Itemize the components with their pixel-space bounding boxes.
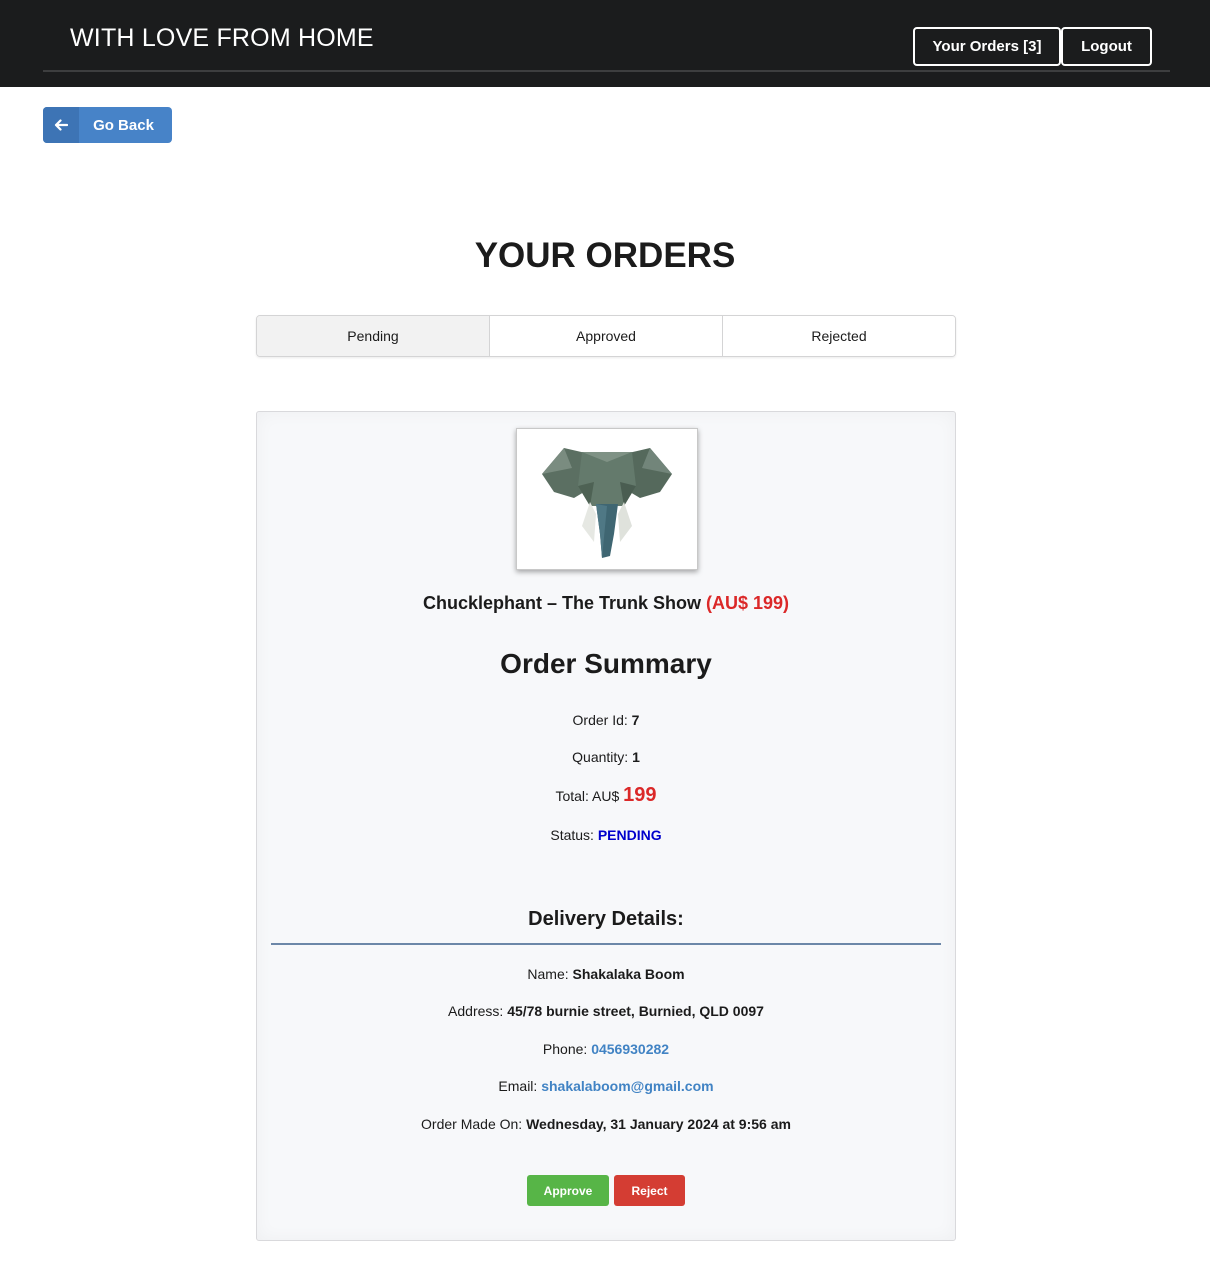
delivery-details-title: Delivery Details: <box>528 908 684 930</box>
phone-link[interactable]: 0456930282 <box>591 1041 669 1057</box>
address-row: Address: 45/78 burnie street, Burnied, Q… <box>257 1003 955 1019</box>
product-title: Chucklephant – The Trunk Show (AU$ 199) <box>257 593 955 614</box>
product-price: (AU$ 199) <box>706 593 790 613</box>
navbar-inner: WITH LOVE FROM HOME Your Orders [3] Logo… <box>43 0 1170 72</box>
phone-label: Phone: <box>542 1041 588 1057</box>
email-row: Email: shakalaboom@gmail.com <box>257 1078 955 1094</box>
order-summary-title: Order Summary <box>500 648 712 679</box>
brand-title[interactable]: WITH LOVE FROM HOME <box>70 24 374 53</box>
page-title: YOUR ORDERS <box>474 236 736 275</box>
quantity-value: 1 <box>632 749 640 765</box>
total-label: Total: AU$ <box>555 788 620 804</box>
order-id-value: 7 <box>631 712 640 728</box>
address-value: 45/78 burnie street, Burnied, QLD 0097 <box>507 1003 764 1019</box>
order-id-row: Order Id: 7 <box>257 712 955 728</box>
quantity-label: Quantity: <box>572 749 629 765</box>
total-value: 199 <box>623 784 657 806</box>
tab-rejected[interactable]: Rejected <box>723 316 955 356</box>
order-date-label: Order Made On: <box>421 1116 523 1132</box>
order-date-row: Order Made On: Wednesday, 31 January 202… <box>257 1116 955 1132</box>
order-id-label: Order Id: <box>572 712 628 728</box>
product-image <box>516 428 698 570</box>
arrow-left-icon <box>43 107 79 143</box>
order-card: Chucklephant – The Trunk Show (AU$ 199) … <box>256 411 956 1241</box>
top-navbar: WITH LOVE FROM HOME Your Orders [3] Logo… <box>0 0 1210 87</box>
email-link[interactable]: shakalaboom@gmail.com <box>541 1078 713 1094</box>
total-row: Total: AU$ 199 <box>257 784 955 807</box>
your-orders-button[interactable]: Your Orders [3] <box>913 27 1061 66</box>
order-status-tabs: Pending Approved Rejected <box>256 315 956 357</box>
customer-name-row: Name: Shakalaka Boom <box>257 966 955 982</box>
order-date-value: Wednesday, 31 January 2024 at 9:56 am <box>526 1116 791 1132</box>
status-label: Status: <box>550 827 594 843</box>
quantity-row: Quantity: 1 <box>257 749 955 765</box>
status-value: PENDING <box>597 827 662 843</box>
customer-name-value: Shakalaka Boom <box>572 966 685 982</box>
go-back-button[interactable]: Go Back <box>43 107 172 143</box>
product-name: Chucklephant – The Trunk Show <box>422 593 701 613</box>
status-row: Status: PENDING <box>257 827 955 843</box>
address-label: Address: <box>448 1003 504 1019</box>
tab-pending[interactable]: Pending <box>257 316 490 356</box>
customer-name-label: Name: <box>527 966 569 982</box>
email-label: Email: <box>498 1078 538 1094</box>
logout-button[interactable]: Logout <box>1061 27 1152 66</box>
delivery-divider <box>271 943 941 945</box>
elephant-head-icon <box>542 448 672 558</box>
go-back-label: Go Back <box>93 116 154 134</box>
reject-button[interactable]: Reject <box>614 1175 685 1206</box>
phone-row: Phone: 0456930282 <box>257 1041 955 1057</box>
tab-approved[interactable]: Approved <box>490 316 723 356</box>
approve-button[interactable]: Approve <box>527 1175 609 1206</box>
